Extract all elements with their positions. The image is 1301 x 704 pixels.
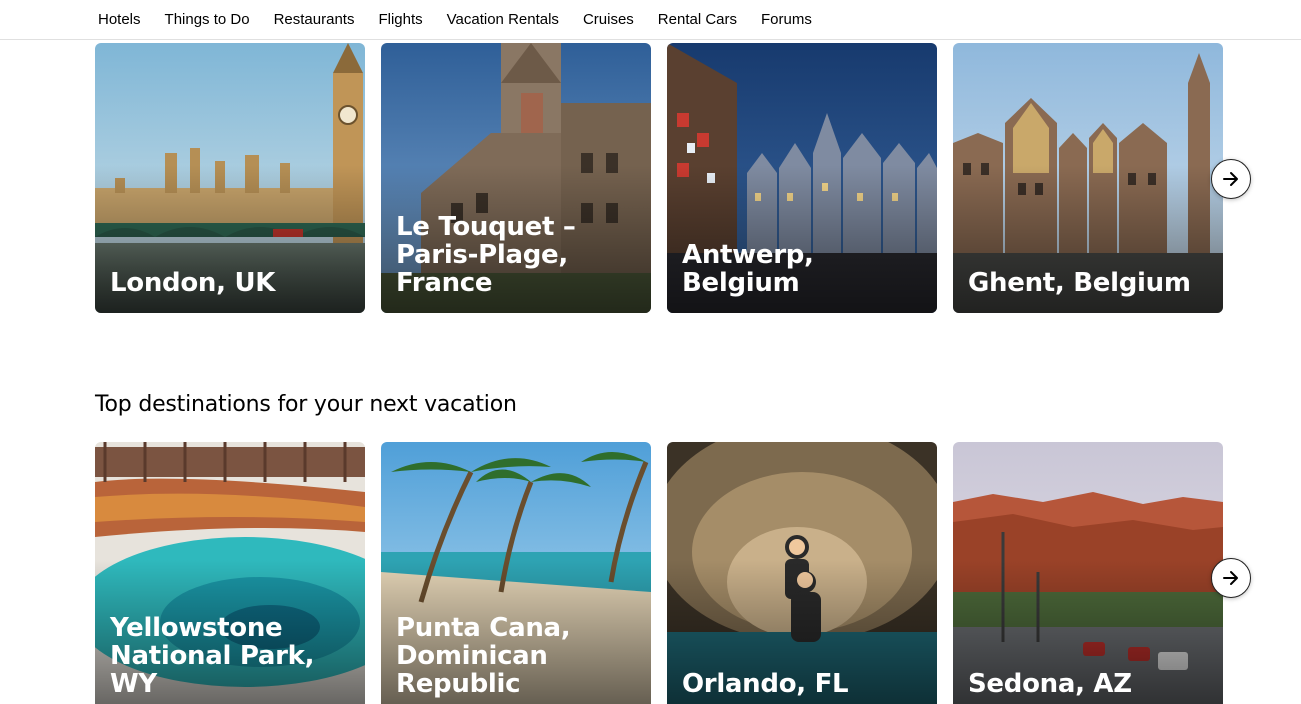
arrow-right-icon xyxy=(1223,571,1238,585)
carousel-next-button[interactable] xyxy=(1211,159,1251,199)
destination-name: Punta Cana, Dominican Republic xyxy=(396,613,571,699)
destination-name: Ghent, Belgium xyxy=(968,268,1191,298)
destination-card-orlando[interactable]: Orlando, FL xyxy=(667,442,937,704)
nav-restaurants[interactable]: Restaurants xyxy=(274,10,355,30)
nav-hotels[interactable]: Hotels xyxy=(98,10,141,30)
nav-vacation-rentals[interactable]: Vacation Rentals xyxy=(447,10,559,30)
arrow-right-icon xyxy=(1223,172,1238,186)
destination-card-sedona[interactable]: Sedona, AZ xyxy=(953,442,1223,704)
section-title: Top destinations for your next vacation xyxy=(95,392,517,417)
destination-name: Le Touquet – Paris-Plage, France xyxy=(396,212,576,298)
destination-card-le-touquet[interactable]: Le Touquet – Paris-Plage, France xyxy=(381,43,651,313)
carousel-next-button[interactable] xyxy=(1211,558,1251,598)
top-nav: Hotels Things to Do Restaurants Flights … xyxy=(0,0,1301,40)
destination-card-london[interactable]: London, UK xyxy=(95,43,365,313)
destination-card-punta-cana[interactable]: Punta Cana, Dominican Republic xyxy=(381,442,651,704)
nav-rental-cars[interactable]: Rental Cars xyxy=(658,10,737,30)
destination-name: Yellowstone National Park, WY xyxy=(110,613,315,699)
nav-things-to-do[interactable]: Things to Do xyxy=(165,10,250,30)
destination-card-yellowstone[interactable]: Yellowstone National Park, WY xyxy=(95,442,365,704)
destination-card-antwerp[interactable]: Antwerp, Belgium xyxy=(667,43,937,313)
destination-card-ghent[interactable]: Ghent, Belgium xyxy=(953,43,1223,313)
nav-forums[interactable]: Forums xyxy=(761,10,812,30)
destination-name: London, UK xyxy=(110,268,276,298)
destination-name: Antwerp, Belgium xyxy=(682,240,814,298)
destination-name: Orlando, FL xyxy=(682,669,849,699)
destination-name: Sedona, AZ xyxy=(968,669,1132,699)
nav-cruises[interactable]: Cruises xyxy=(583,10,634,30)
nav-flights[interactable]: Flights xyxy=(378,10,422,30)
